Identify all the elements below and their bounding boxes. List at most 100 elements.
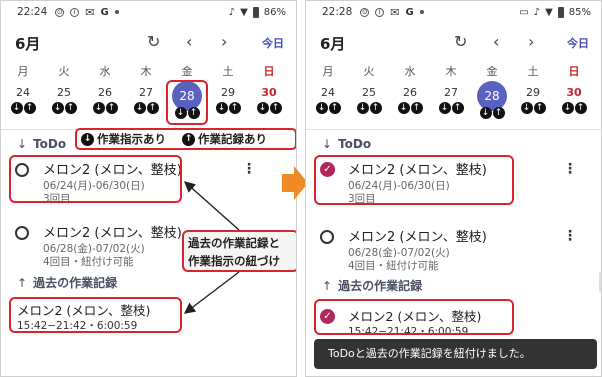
date-row: 24 ↓ ↑ 25 ↓ ↑ 26 ↓ ↑ 27 ↓ ↑ 28 ↓ ↑ 29 ↓ ↑ 30 ↓… <box>306 81 601 127</box>
date-cell[interactable]: 24 ↓ ↑ <box>8 85 38 125</box>
instruction-arrow-icon: ↓ <box>10 102 23 114</box>
todo-title: メロン2 (メロン、整枝) <box>43 226 182 241</box>
chevron-left-icon[interactable]: ‹ <box>493 32 499 51</box>
date-cell[interactable]: 24 ↓ ↑ <box>313 85 343 125</box>
weekday-label: 土 <box>527 65 539 78</box>
more-vert-icon[interactable]: ⋮ <box>563 228 577 244</box>
todo-section-header[interactable]: ↓ ToDo <box>322 137 371 151</box>
weekday-label: 水 <box>99 65 111 78</box>
weekday-row: 月 火 水 木 金 土 日 <box>1 63 296 79</box>
snackbar: ToDoと過去の作業記録を紐付けました。 <box>314 339 597 369</box>
records-section-header[interactable]: ↑ 過去の作業記録 <box>322 277 422 294</box>
weekday-label-sunday: 日 <box>568 65 580 78</box>
legend-record-label: 作業記録あり <box>198 132 267 146</box>
screen-before: 22:24 ⊙ i ✉ G ♪ ▼ 86% 6月 ↻ ‹ › 今日 月 火 水 … <box>0 0 297 377</box>
date-number-sunday: 30 <box>566 86 582 99</box>
date-cell[interactable]: 30 ↓ ↑ <box>559 85 589 125</box>
wifi-icon: ▼ <box>545 6 553 18</box>
weekday-label: 木 <box>140 65 152 78</box>
todo-radio[interactable] <box>15 226 29 240</box>
screen-after: 22:28 ⊙ i ✉ G ▭ ♪ ▼ 85% 6月 ↻ ‹ › 今日 月 火 … <box>305 0 602 377</box>
mute-icon: ♪ <box>228 6 236 18</box>
todo-title: メロン2 (メロン、整枝) <box>348 230 487 245</box>
google-icon: G <box>100 6 109 18</box>
chevron-right-icon[interactable]: › <box>528 32 534 51</box>
record-arrow-icon: ↑ <box>328 102 341 114</box>
record-arrow-icon: ↑ <box>574 102 587 114</box>
info-icon: i <box>70 7 80 17</box>
info-icon: i <box>375 7 385 17</box>
date-number: 27 <box>139 86 153 99</box>
link-callout: 過去の作業記録と 作業指示の紐づけ <box>182 230 296 272</box>
today-button[interactable]: 今日 <box>567 35 589 51</box>
date-row: 24 ↓ ↑ 25 ↓ ↑ 26 ↓ ↑ 27 ↓ ↑ 28 ↓ ↑ 29 ↓ ↑ 30 ↓… <box>1 81 296 127</box>
google-icon: G <box>405 6 414 18</box>
todo-radio[interactable] <box>320 230 334 244</box>
date-number-sunday: 30 <box>261 86 277 99</box>
instruction-arrow-icon: ↓ <box>256 102 269 114</box>
record-arrow-icon: ↑ <box>146 102 159 114</box>
date-number: 24 <box>16 86 30 99</box>
date-cell[interactable]: 25 ↓ ↑ <box>354 85 384 125</box>
instruction-arrow-icon: ↓ <box>315 102 328 114</box>
records-section-header[interactable]: ↑ 過去の作業記録 <box>17 274 117 291</box>
refresh-icon[interactable]: ↻ <box>147 32 160 51</box>
date-number: 27 <box>444 86 458 99</box>
date-cell[interactable]: 29 ↓ ↑ <box>518 85 548 125</box>
divider <box>306 129 601 130</box>
date-number: 25 <box>57 86 71 99</box>
status-time: 22:24 <box>17 6 48 18</box>
date-cell[interactable]: 27 ↓ ↑ <box>131 85 161 125</box>
date-number: 29 <box>526 86 540 99</box>
instruction-arrow-icon: ↓ <box>397 102 410 114</box>
record-arrow-icon: ↑ <box>533 102 546 114</box>
legend-annotation: ↓ 作業指示あり ↑ 作業記録あり <box>75 128 296 150</box>
weekday-label-sunday: 日 <box>263 65 275 78</box>
chevron-left-icon[interactable]: ‹ <box>186 32 192 51</box>
battery-icon <box>252 6 259 18</box>
date-cell[interactable]: 30 ↓ ↑ <box>254 85 284 125</box>
weekday-label: 火 <box>363 65 375 78</box>
cast-icon: ▭ <box>519 6 529 18</box>
arrow-up-icon: ↑ <box>17 276 28 290</box>
todo-highlight <box>314 155 514 205</box>
date-cell[interactable]: 27 ↓ ↑ <box>436 85 466 125</box>
todo-section-header[interactable]: ↓ ToDo <box>17 137 66 151</box>
date-number: 26 <box>98 86 112 99</box>
instruction-arrow-icon: ↓ <box>215 102 228 114</box>
callout-line: 作業指示の紐づけ <box>188 254 280 268</box>
date-number: 26 <box>403 86 417 99</box>
more-vert-icon[interactable]: ⋮ <box>563 161 577 177</box>
weekday-label: 木 <box>445 65 457 78</box>
todo-meta: 4回目・紐付け可能 <box>43 256 134 268</box>
selected-date-highlight <box>166 80 208 125</box>
record-arrow-icon: ↑ <box>369 102 382 114</box>
date-cell-selected[interactable]: 28 ↓ ↑ <box>477 81 507 125</box>
todo-item[interactable]: メロン2 (メロン、整枝) 06/28(金)-07/02(火) 4回目・紐付け可… <box>306 226 601 276</box>
record-arrow-icon: ↑ <box>105 102 118 114</box>
arrow-down-icon: ↓ <box>322 137 333 151</box>
date-cell[interactable]: 26 ↓ ↑ <box>395 85 425 125</box>
todo-section-label: ToDo <box>338 137 372 151</box>
today-button[interactable]: 今日 <box>262 35 284 51</box>
snackbar-message: ToDoと過去の作業記録を紐付けました。 <box>328 347 531 360</box>
date-cell[interactable]: 29 ↓ ↑ <box>213 85 243 125</box>
record-arrow-icon: ↑ <box>451 102 464 114</box>
date-cell[interactable]: 25 ↓ ↑ <box>49 85 79 125</box>
date-number: 29 <box>221 86 235 99</box>
status-bar: 22:24 ⊙ i ✉ G ♪ ▼ 86% <box>1 1 296 23</box>
todo-highlight <box>9 155 182 203</box>
notification-dot-icon <box>114 10 119 14</box>
calendar-header: 6月 ↻ ‹ › 今日 <box>1 31 296 55</box>
weekday-label: 金 <box>181 65 193 78</box>
records-section-label: 過去の作業記録 <box>338 279 423 293</box>
record-arrow-icon: ↑ <box>410 102 423 114</box>
arrow-down-icon: ↓ <box>17 137 28 151</box>
date-cell[interactable]: 26 ↓ ↑ <box>90 85 120 125</box>
more-vert-icon[interactable]: ⋮ <box>242 161 256 177</box>
battery-percent: 85% <box>568 6 591 18</box>
instruction-arrow-icon: ↓ <box>479 107 492 119</box>
refresh-icon[interactable]: ↻ <box>454 32 467 51</box>
chevron-right-icon[interactable]: › <box>221 32 227 51</box>
callout-line: 過去の作業記録と <box>188 236 280 250</box>
